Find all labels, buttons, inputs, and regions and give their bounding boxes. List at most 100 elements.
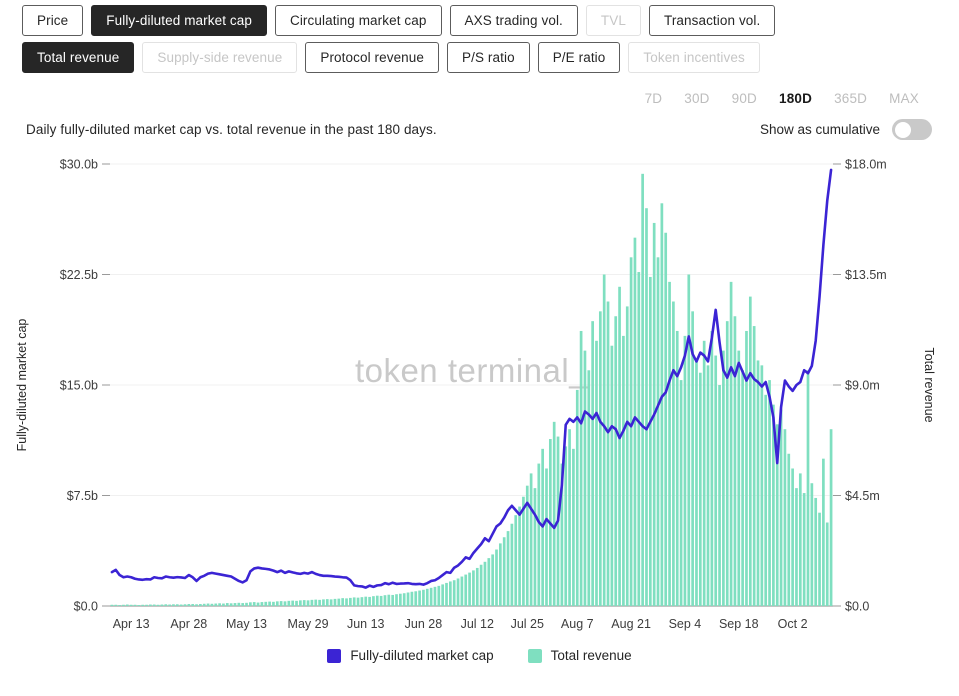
revenue-bar (291, 600, 295, 606)
x-tick-label: Oct 2 (778, 617, 808, 631)
revenue-bar (152, 604, 156, 606)
range-option-180d[interactable]: 180D (779, 91, 812, 106)
metric-tab-axs-trading-vol[interactable]: AXS trading vol. (449, 5, 578, 36)
revenue-bar (375, 595, 379, 606)
revenue-bar (514, 515, 518, 606)
metric-tab-price[interactable]: Price (22, 5, 84, 36)
metric-tab-p-s-ratio[interactable]: P/S ratio (447, 42, 530, 73)
range-option-max[interactable]: MAX (889, 91, 919, 106)
revenue-bar (706, 365, 710, 606)
revenue-bar (645, 208, 648, 606)
revenue-bar (825, 522, 829, 606)
chart-caption-row: Daily fully-diluted market cap vs. total… (0, 107, 959, 140)
revenue-bar (225, 603, 229, 606)
revenue-bar (410, 591, 414, 606)
y-right-tick-label: $4.5m (845, 489, 880, 503)
y-left-tick-label: $15.0b (60, 379, 98, 393)
revenue-bar (110, 604, 114, 606)
y-axis-right-ticks: $0.0 $4.5m $9.0m $13.5m $18.0m (833, 158, 887, 614)
revenue-bar (268, 601, 271, 606)
revenue-bar (272, 601, 275, 606)
revenue-bar (606, 301, 610, 606)
revenue-bar (518, 506, 521, 606)
revenue-bar (195, 604, 198, 606)
cumulative-toggle[interactable] (892, 119, 932, 140)
revenue-bar (806, 370, 810, 606)
revenue-bar (187, 604, 191, 606)
revenue-bars[interactable] (110, 173, 833, 607)
legend-swatch (327, 648, 342, 663)
revenue-bar (610, 345, 614, 606)
legend-item-total-revenue[interactable]: Total revenue (527, 648, 632, 663)
revenue-bar (598, 311, 602, 606)
metric-tab-row-2: Total revenue Supply-side revenue Protocol… (22, 42, 959, 73)
revenue-bar (352, 597, 356, 606)
metric-tab-protocol-revenue[interactable]: Protocol revenue (305, 42, 440, 73)
revenue-bar (464, 574, 468, 606)
revenue-bar (260, 602, 264, 606)
revenue-bar (341, 598, 345, 606)
metric-tab-groups: Price Fully-diluted market cap Circulating… (0, 0, 959, 73)
x-tick-label: Jul 25 (511, 617, 544, 631)
revenue-bar (429, 587, 433, 606)
revenue-bar (302, 600, 306, 606)
range-option-90d[interactable]: 90D (732, 91, 757, 106)
revenue-bar (687, 274, 691, 606)
metric-tab-p-e-ratio[interactable]: P/E ratio (537, 42, 621, 73)
revenue-bar (695, 360, 698, 606)
revenue-bar (310, 599, 314, 606)
revenue-bar (360, 597, 364, 606)
metric-tab-transaction-vol[interactable]: Transaction vol. (648, 5, 776, 36)
metric-tab-circulating-market-cap[interactable]: Circulating market cap (274, 5, 442, 36)
cumulative-label: Show as cumulative (759, 122, 880, 137)
revenue-bar (468, 572, 471, 606)
revenue-bar (206, 603, 210, 606)
revenue-bar (279, 601, 283, 606)
revenue-bar (222, 603, 225, 606)
revenue-bar (229, 603, 233, 606)
revenue-bar (802, 493, 806, 606)
revenue-bar (729, 281, 733, 606)
revenue-bar (683, 335, 687, 606)
range-option-7d[interactable]: 7D (645, 91, 663, 106)
revenue-bar (748, 296, 752, 606)
y-left-tick-label: $0.0 (74, 600, 98, 614)
revenue-bar (441, 584, 445, 606)
revenue-bar (756, 360, 760, 606)
revenue-bar (506, 531, 510, 606)
revenue-bar (764, 394, 768, 606)
revenue-bar (491, 554, 494, 606)
x-tick-label: May 29 (288, 617, 329, 631)
y-right-tick-label: $18.0m (845, 158, 887, 172)
x-axis-ticks: Apr 13 Apr 28 May 13 May 29 Jun 13 Jun 28 Jul … (113, 617, 808, 631)
revenue-bar (422, 589, 425, 606)
revenue-bar (372, 596, 375, 606)
y-axis-right-title: Total revenue (922, 347, 936, 422)
revenue-bar (337, 598, 341, 606)
revenue-bar (722, 350, 725, 606)
metric-tab-total-revenue[interactable]: Total revenue (22, 42, 135, 73)
range-option-30d[interactable]: 30D (684, 91, 709, 106)
revenue-bar (733, 316, 737, 606)
market-cap-vs-revenue-chart[interactable]: token terminal_ $0.0 $7.5b $15.0b $22.5b $30.… (0, 146, 959, 646)
y-right-tick-label: $13.5m (845, 268, 887, 282)
revenue-bar (379, 595, 383, 606)
revenue-bar (249, 602, 252, 606)
revenue-bar (125, 604, 129, 606)
revenue-bar (656, 257, 660, 606)
time-range-selector: 7D 30D 90D 180D 365D MAX (0, 79, 959, 107)
revenue-bar (368, 596, 371, 606)
chart-caption: Daily fully-diluted market cap vs. total… (26, 122, 437, 137)
revenue-bar (714, 355, 718, 606)
metric-tab-fully-diluted-market-cap[interactable]: Fully-diluted market cap (91, 5, 267, 36)
legend-item-fully-diluted-market-cap[interactable]: Fully-diluted market cap (327, 648, 494, 663)
revenue-bar (552, 421, 556, 606)
revenue-bar (791, 468, 794, 606)
revenue-bar (760, 365, 764, 606)
revenue-bar (814, 497, 818, 606)
revenue-bar (725, 321, 729, 606)
revenue-bar (129, 604, 133, 606)
range-option-365d[interactable]: 365D (834, 91, 867, 106)
revenue-bar (472, 570, 475, 606)
revenue-bar (168, 604, 171, 606)
